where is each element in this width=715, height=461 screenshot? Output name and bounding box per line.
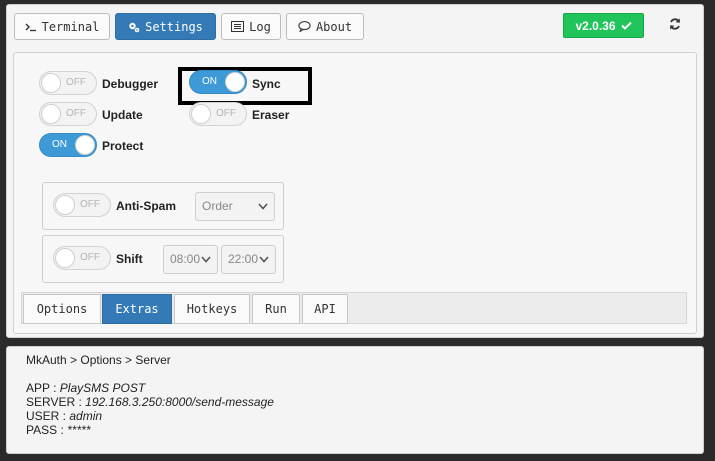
subtab-run[interactable]: Run bbox=[252, 294, 300, 324]
tab-log[interactable]: Log bbox=[221, 13, 281, 40]
toggle-knob bbox=[75, 135, 95, 155]
protect-toggle[interactable]: ON bbox=[39, 133, 97, 157]
list-icon bbox=[231, 21, 245, 32]
tab-about[interactable]: About bbox=[286, 13, 364, 40]
protect-label: Protect bbox=[102, 139, 144, 153]
shift-toggle[interactable]: OFF bbox=[53, 246, 111, 270]
subtab-bar: Options Extras Hotkeys Run API bbox=[21, 292, 687, 324]
shift-label: Shift bbox=[116, 252, 143, 266]
info-app: APP : PlaySMS POST bbox=[26, 381, 146, 395]
tab-label: Log bbox=[249, 19, 271, 34]
eraser-toggle[interactable]: OFF bbox=[189, 102, 247, 126]
shift-start-select[interactable]: 08:00 bbox=[163, 245, 218, 274]
chevron-down-icon bbox=[258, 193, 268, 220]
debugger-toggle[interactable]: OFF bbox=[39, 71, 97, 95]
terminal-icon bbox=[25, 22, 37, 32]
tab-terminal[interactable]: Terminal bbox=[14, 13, 110, 40]
tab-label: About bbox=[315, 19, 353, 34]
toggle-knob bbox=[55, 195, 75, 215]
subtab-hotkeys[interactable]: Hotkeys bbox=[174, 294, 250, 324]
toggle-knob bbox=[225, 72, 245, 92]
main-panel: Terminal Settings Log About v2.0.36 OFF … bbox=[6, 4, 704, 338]
info-panel: MkAuth > Options > Server APP : PlaySMS … bbox=[6, 346, 704, 454]
chevron-down-icon bbox=[201, 246, 211, 273]
tab-label: Terminal bbox=[41, 19, 100, 34]
user-value: admin bbox=[69, 409, 103, 423]
subtab-options[interactable]: Options bbox=[23, 294, 101, 324]
tab-settings[interactable]: Settings bbox=[115, 13, 216, 40]
pass-value: ***** bbox=[67, 423, 91, 437]
toggle-knob bbox=[55, 248, 75, 268]
anti-spam-toggle[interactable]: OFF bbox=[53, 193, 111, 217]
refresh-icon[interactable] bbox=[667, 14, 683, 34]
info-pass: PASS : ***** bbox=[26, 423, 91, 437]
breadcrumb: MkAuth > Options > Server bbox=[26, 353, 171, 367]
server-value: 192.168.3.250:8000/send-message bbox=[85, 395, 274, 409]
subtab-api[interactable]: API bbox=[302, 294, 348, 324]
toggle-knob bbox=[41, 104, 61, 124]
shift-box: OFF Shift 08:00 22:00 bbox=[42, 235, 284, 283]
update-label: Update bbox=[102, 108, 143, 122]
info-user: USER : admin bbox=[26, 409, 103, 423]
chevron-down-icon bbox=[259, 246, 269, 273]
sync-label: Sync bbox=[252, 77, 281, 91]
version-label: v2.0.36 bbox=[575, 18, 616, 33]
anti-spam-select[interactable]: Order bbox=[195, 192, 275, 221]
toggle-knob bbox=[191, 104, 211, 124]
toggle-knob bbox=[41, 73, 61, 93]
debugger-label: Debugger bbox=[102, 77, 159, 91]
info-server: SERVER : 192.168.3.250:8000/send-message bbox=[26, 395, 274, 409]
subtab-extras[interactable]: Extras bbox=[102, 294, 172, 324]
anti-spam-label: Anti-Spam bbox=[116, 199, 176, 213]
eraser-label: Eraser bbox=[252, 108, 290, 122]
version-badge[interactable]: v2.0.36 bbox=[563, 13, 644, 38]
tab-label: Settings bbox=[145, 19, 203, 34]
sync-toggle[interactable]: ON bbox=[189, 70, 247, 94]
app-value: PlaySMS POST bbox=[59, 381, 146, 395]
shift-end-select[interactable]: 22:00 bbox=[221, 245, 276, 274]
comment-icon bbox=[298, 21, 311, 32]
check-icon bbox=[620, 21, 632, 30]
anti-spam-box: OFF Anti-Spam Order bbox=[42, 182, 284, 230]
update-toggle[interactable]: OFF bbox=[39, 102, 97, 126]
gears-icon bbox=[128, 21, 140, 33]
